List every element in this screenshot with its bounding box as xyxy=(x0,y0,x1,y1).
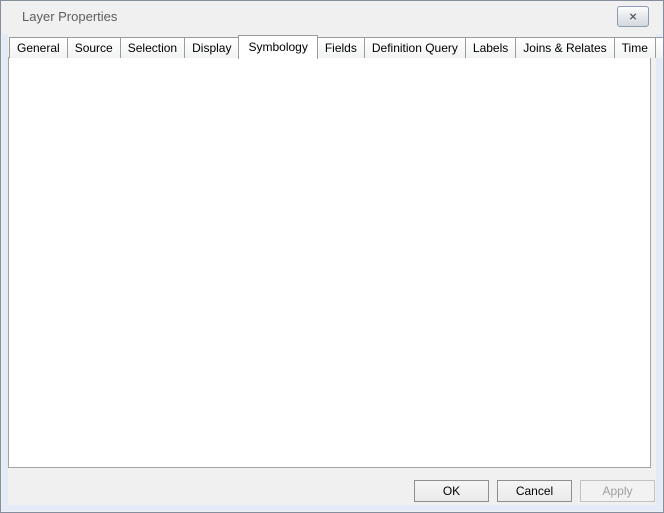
layer-properties-dialog: Layer Properties × GeneralSourceSelectio… xyxy=(0,0,664,513)
symbology-tab-page xyxy=(8,57,651,468)
tab-joins-relates[interactable]: Joins & Relates xyxy=(515,37,614,58)
tab-fields[interactable]: Fields xyxy=(317,37,365,58)
window-title: Layer Properties xyxy=(22,9,117,24)
tab-source[interactable]: Source xyxy=(67,37,121,58)
cancel-button[interactable]: Cancel xyxy=(497,480,572,502)
tab-general[interactable]: General xyxy=(9,37,68,58)
tab-strip: GeneralSourceSelectionDisplaySymbologyFi… xyxy=(9,34,664,58)
apply-button: Apply xyxy=(580,480,655,502)
tab-display[interactable]: Display xyxy=(184,37,239,58)
tab-html-popup[interactable]: HTML Popup xyxy=(655,37,664,58)
dialog-frame xyxy=(2,505,662,511)
tab-labels[interactable]: Labels xyxy=(465,37,516,58)
tab-definition-query[interactable]: Definition Query xyxy=(364,37,466,58)
tab-symbology[interactable]: Symbology xyxy=(238,35,317,59)
ok-button[interactable]: OK xyxy=(414,480,489,502)
close-icon[interactable]: × xyxy=(617,6,649,27)
dialog-frame xyxy=(656,34,662,511)
tab-time[interactable]: Time xyxy=(614,37,656,58)
tab-selection[interactable]: Selection xyxy=(120,37,185,58)
